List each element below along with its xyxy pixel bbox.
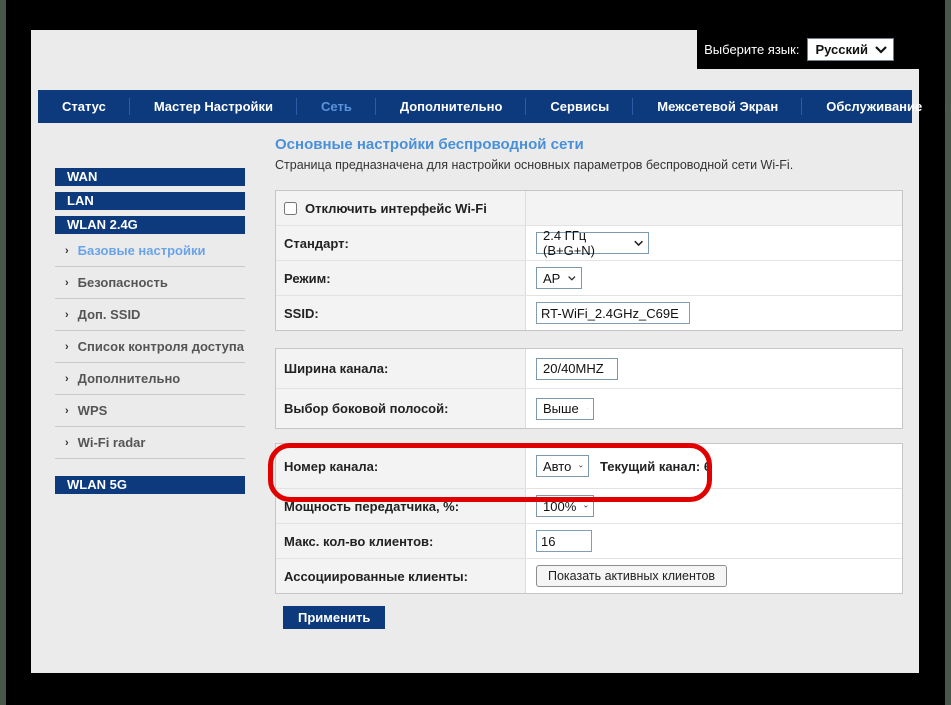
standard-select-value: 2.4 ГГц (B+G+N)	[543, 228, 596, 258]
nav-item-advanced[interactable]: Дополнительно	[376, 90, 527, 123]
sidebar-header-lan[interactable]: LAN	[55, 192, 245, 210]
channel-number-select-value: Авто	[543, 458, 572, 474]
sidebar: WAN LAN WLAN 2.4G › Базовые настройки › …	[55, 168, 245, 500]
tx-power-row: Мощность передатчика, %: 100%	[276, 489, 902, 524]
chevron-right-icon: ›	[65, 404, 69, 417]
chevron-down-icon	[586, 408, 588, 409]
chevron-down-icon	[634, 240, 643, 246]
sidebar-item-security[interactable]: › Безопасность	[55, 267, 245, 299]
sidebar-item-label: WPS	[77, 403, 108, 418]
channel-number-select[interactable]: Авто	[536, 455, 589, 477]
disable-wifi-cell: Отключить интерфейс Wi-Fi	[276, 191, 526, 225]
channel-width-row: Ширина канала: 20/40MHZ	[276, 349, 902, 389]
chevron-right-icon: ›	[65, 372, 69, 385]
nav-item-status[interactable]: Статус	[38, 90, 130, 123]
standard-label: Стандарт:	[276, 226, 526, 260]
page-subtitle: Страница предназначена для настройки осн…	[275, 158, 794, 172]
chevron-right-icon: ›	[65, 308, 69, 321]
max-clients-label: Макс. кол-во клиентов:	[276, 524, 526, 558]
channel-width-select-value: 20/40MHZ	[543, 361, 604, 376]
chevron-down-icon	[584, 504, 588, 508]
chevron-down-icon	[568, 275, 576, 281]
wifi-general-section: Отключить интерфейс Wi-Fi Стандарт: 2.4 …	[275, 190, 903, 331]
sidebar-item-label: Доп. SSID	[77, 307, 141, 322]
disable-wifi-row: Отключить интерфейс Wi-Fi	[276, 191, 902, 226]
top-navbar: Статус Мастер Настройки Сеть Дополнитель…	[38, 90, 947, 123]
language-bar: Выберите язык: Русский	[697, 30, 919, 69]
sidebar-wlan24-items: › Базовые настройки › Безопасность › Доп…	[55, 235, 245, 459]
mode-select-value: AP	[543, 270, 561, 286]
sidebar-item-additional-ssid[interactable]: › Доп. SSID	[55, 299, 245, 331]
standard-select[interactable]: 2.4 ГГц (B+G+N)	[536, 228, 649, 258]
chevron-down-icon	[579, 464, 583, 468]
sidebar-item-label: Wi-Fi radar	[77, 435, 146, 450]
sidebar-header-wan[interactable]: WAN	[55, 168, 245, 186]
sidebar-item-advanced[interactable]: › Дополнительно	[55, 363, 245, 395]
sideband-row: Выбор боковой полосой: Выше	[276, 389, 902, 428]
sidebar-header-wlan5[interactable]: WLAN 5G	[55, 476, 245, 494]
ssid-label: SSID:	[276, 296, 526, 330]
empty-cell	[526, 191, 902, 225]
chevron-right-icon: ›	[65, 276, 69, 289]
tx-power-select[interactable]: 100%	[536, 495, 594, 517]
sidebar-item-label: Базовые настройки	[77, 243, 206, 258]
channel-number-label: Номер канала:	[276, 444, 526, 488]
chevron-right-icon: ›	[65, 244, 69, 257]
language-select[interactable]: Русский	[807, 38, 894, 61]
tx-power-select-value: 100%	[543, 498, 577, 514]
nav-item-maintenance[interactable]: Обслуживание	[802, 90, 947, 123]
apply-button[interactable]: Применить	[283, 606, 386, 629]
sidebar-item-wifi-radar[interactable]: › Wi-Fi radar	[55, 427, 245, 459]
standard-row: Стандарт: 2.4 ГГц (B+G+N)	[276, 226, 902, 261]
language-select-value: Русский	[815, 42, 868, 57]
sidebar-item-label: Список контроля доступа	[77, 339, 244, 354]
channel-width-section: Ширина канала: 20/40MHZ Выбор боковой по…	[275, 348, 903, 429]
page-body: Выберите язык: Русский Статус Мастер Нас…	[31, 30, 947, 673]
left-edge-strip	[0, 0, 6, 705]
tx-power-label: Мощность передатчика, %:	[276, 489, 526, 523]
sidebar-item-access-control[interactable]: › Список контроля доступа	[55, 331, 245, 363]
ssid-input[interactable]	[536, 302, 690, 324]
sidebar-item-basic-settings[interactable]: › Базовые настройки	[55, 235, 245, 267]
channel-number-row: Номер канала: Авто Текущий канал: 6	[276, 444, 902, 489]
sidebar-item-label: Дополнительно	[77, 371, 181, 386]
show-active-clients-button[interactable]: Показать активных клиентов	[536, 565, 728, 587]
mode-select[interactable]: AP	[536, 267, 582, 289]
disable-wifi-checkbox[interactable]	[284, 201, 297, 215]
chevron-right-icon: ›	[65, 436, 69, 449]
page-title: Основные настройки беспроводной сети	[275, 136, 584, 153]
associated-clients-row: Ассоциированные клиенты: Показать активн…	[276, 559, 902, 593]
channel-number-section: Номер канала: Авто Текущий канал: 6 Мощн…	[275, 443, 903, 594]
channel-width-select[interactable]: 20/40MHZ	[536, 357, 618, 380]
mode-row: Режим: AP	[276, 261, 902, 296]
chevron-down-icon	[875, 45, 887, 54]
language-label: Выберите язык:	[704, 42, 800, 57]
sidebar-header-wlan24[interactable]: WLAN 2.4G	[55, 216, 245, 234]
nav-item-firewall[interactable]: Межсетевой Экран	[633, 90, 803, 123]
associated-clients-label: Ассоциированные клиенты:	[276, 559, 526, 593]
ssid-row: SSID:	[276, 296, 902, 330]
nav-item-wizard[interactable]: Мастер Настройки	[130, 90, 298, 123]
max-clients-row: Макс. кол-во клиентов:	[276, 524, 902, 559]
nav-item-services[interactable]: Сервисы	[526, 90, 634, 123]
sideband-select[interactable]: Выше	[536, 397, 594, 420]
max-clients-input[interactable]	[536, 530, 592, 552]
nav-item-network[interactable]: Сеть	[297, 90, 376, 123]
mode-label: Режим:	[276, 261, 526, 295]
sidebar-item-wps[interactable]: › WPS	[55, 395, 245, 427]
sidebar-item-label: Безопасность	[77, 275, 168, 290]
sideband-select-value: Выше	[543, 401, 579, 416]
current-channel-text: Текущий канал: 6	[600, 458, 712, 474]
sideband-label: Выбор боковой полосой:	[276, 389, 526, 428]
router-admin-screen: Выберите язык: Русский Статус Мастер Нас…	[0, 0, 951, 705]
chevron-right-icon: ›	[65, 340, 69, 353]
channel-width-label: Ширина канала:	[276, 349, 526, 388]
disable-wifi-label: Отключить интерфейс Wi-Fi	[305, 200, 487, 216]
